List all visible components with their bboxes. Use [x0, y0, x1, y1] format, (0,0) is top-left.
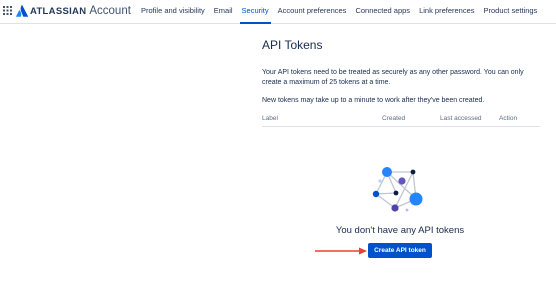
- tokens-table-header: Label Created Last accessed Action: [262, 114, 540, 127]
- atlassian-logo-icon: [16, 5, 28, 17]
- red-arrow-icon: [315, 247, 367, 255]
- tab-product-settings[interactable]: Product settings: [480, 0, 542, 23]
- brand-product: Account: [89, 5, 131, 17]
- app-switcher-grid-icon[interactable]: [3, 6, 12, 15]
- top-navigation-bar: ATLASSIAN Account Profile and visibility…: [0, 0, 556, 24]
- page-title: API Tokens: [262, 38, 323, 52]
- atlassian-account-brand[interactable]: ATLASSIAN Account: [16, 3, 131, 19]
- tab-profile-and-visibility[interactable]: Profile and visibility: [137, 0, 209, 23]
- brand-name: ATLASSIAN: [30, 5, 87, 17]
- create-api-token-button[interactable]: Create API token: [368, 243, 432, 258]
- column-header-created: Created: [382, 115, 406, 122]
- account-nav-tabs: Profile and visibility Email Security Ac…: [137, 0, 542, 24]
- tab-security[interactable]: Security: [238, 0, 273, 24]
- column-header-label: Label: [262, 115, 278, 122]
- api-tokens-section: API Tokens Your API tokens need to be tr…: [262, 38, 540, 127]
- network-nodes-illustration: [372, 167, 423, 212]
- tab-connected-apps[interactable]: Connected apps: [351, 0, 414, 23]
- tab-account-preferences[interactable]: Account preferences: [274, 0, 351, 23]
- column-header-action: Action: [499, 115, 518, 122]
- api-tokens-description: Your API tokens need to be treated as se…: [262, 69, 524, 86]
- api-tokens-note: New tokens may take up to a minute to wo…: [262, 97, 485, 104]
- tab-link-preferences[interactable]: Link preferences: [415, 0, 478, 23]
- empty-state-message: You don't have any API tokens: [335, 225, 465, 236]
- column-header-last-accessed: Last accessed: [440, 115, 482, 122]
- tab-email[interactable]: Email: [210, 0, 237, 23]
